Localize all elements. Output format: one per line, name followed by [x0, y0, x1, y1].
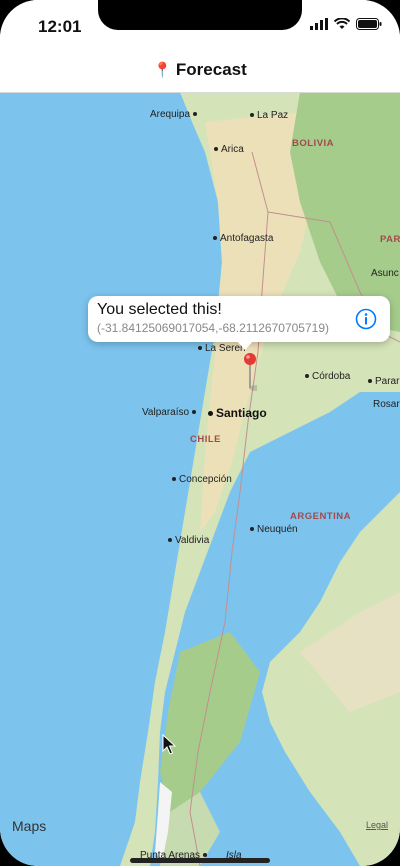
city-label: Parar: [368, 376, 399, 387]
city-label: Antofagasta: [213, 233, 273, 244]
map-view[interactable]: Arequipa La Paz Arica Antofagasta Asunc …: [0, 92, 400, 866]
map-pin-icon[interactable]: [243, 352, 257, 392]
callout-coordinates: (-31.84125069017054,-68.2112670705719): [97, 321, 329, 335]
city-label: La Paz: [250, 110, 288, 121]
city-label: Valparaíso: [142, 407, 199, 418]
maps-attribution: Maps: [12, 818, 47, 834]
city-label: Arequipa: [150, 109, 200, 120]
status-time: 12:01: [38, 17, 82, 36]
city-label: Neuquén: [250, 524, 298, 535]
battery-icon: [356, 18, 382, 30]
country-label: BOLIVIA: [292, 138, 335, 149]
wifi-icon: [334, 18, 350, 29]
mouse-cursor-icon: [162, 734, 176, 755]
cellular-icon: [310, 18, 328, 30]
country-label: ARGENTINA: [290, 511, 351, 522]
callout-arrow: [236, 340, 254, 350]
status-icons: [310, 18, 382, 30]
pin-icon: 📍: [153, 62, 172, 79]
country-label: CHILE: [190, 434, 221, 445]
page-title: 📍 Forecast: [153, 60, 247, 80]
city-label: Córdoba: [305, 371, 350, 382]
navigation-bar: 📍 Forecast: [0, 48, 400, 93]
city-label: Arica: [214, 144, 244, 155]
city-label: Concepción: [172, 474, 232, 485]
callout-title: You selected this!: [97, 301, 222, 318]
notch: [98, 0, 302, 30]
status-bar: 12:01: [0, 0, 400, 48]
annotation-callout[interactable]: You selected this! (-31.84125069017054,-…: [88, 296, 390, 350]
city-label: Valdivia: [168, 535, 209, 546]
home-indicator[interactable]: [130, 858, 270, 863]
page-title-text: Forecast: [175, 60, 247, 79]
city-label: Rosar: [373, 399, 400, 410]
capital-label: Santiago: [208, 406, 267, 420]
city-label: Asunc: [371, 268, 399, 279]
country-label: PAR: [380, 234, 400, 245]
info-icon[interactable]: [355, 308, 377, 330]
legal-link[interactable]: Legal: [366, 820, 388, 830]
phone-screen: 12:01 📍 Forecast Arequipa La Paz Arica A…: [0, 0, 400, 866]
